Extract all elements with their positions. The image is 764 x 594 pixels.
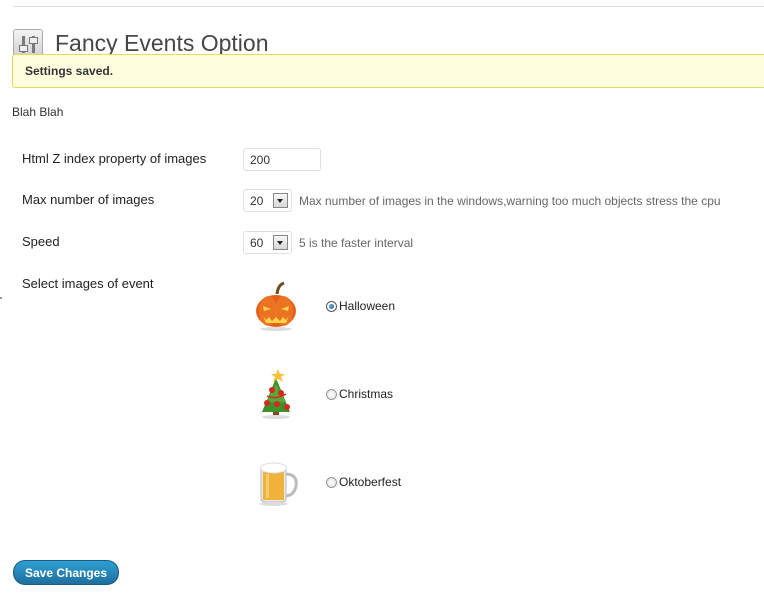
christmas-label[interactable]: Christmas: [339, 387, 393, 401]
settings-saved-notice: Settings saved.: [12, 54, 764, 88]
speed-value: 60: [250, 235, 264, 250]
chevron-down-icon[interactable]: [273, 235, 288, 250]
christmas-radio[interactable]: [326, 388, 337, 400]
max-images-value: 20: [250, 193, 264, 208]
top-divider: [13, 6, 764, 7]
beer-mug-icon: [250, 456, 302, 508]
oktoberfest-label[interactable]: Oktoberfest: [339, 475, 401, 489]
max-images-select[interactable]: 20: [243, 189, 292, 212]
chevron-down-icon[interactable]: [273, 193, 288, 208]
speed-label: Speed: [22, 234, 60, 249]
stray-dot: [0, 297, 2, 299]
zindex-label: Html Z index property of images: [22, 151, 207, 166]
event-option-oktoberfest[interactable]: Oktoberfest: [250, 456, 401, 508]
save-changes-button[interactable]: Save Changes: [13, 560, 119, 585]
christmas-tree-icon: [250, 368, 302, 420]
pumpkin-icon: [250, 280, 302, 332]
speed-select[interactable]: 60: [243, 231, 292, 254]
max-images-hint: Max number of images in the windows,warn…: [299, 194, 721, 208]
halloween-radio[interactable]: [326, 300, 337, 312]
oktoberfest-radio[interactable]: [326, 476, 337, 488]
zindex-input[interactable]: [243, 148, 321, 171]
event-option-halloween[interactable]: Halloween: [250, 280, 395, 332]
speed-hint: 5 is the faster interval: [299, 236, 414, 250]
notice-text: Settings saved.: [25, 64, 114, 78]
event-option-christmas[interactable]: Christmas: [250, 368, 393, 420]
halloween-label[interactable]: Halloween: [339, 299, 395, 313]
events-label: Select images of event: [22, 276, 154, 291]
intro-text: Blah Blah: [12, 105, 64, 119]
max-images-label: Max number of images: [22, 192, 155, 207]
